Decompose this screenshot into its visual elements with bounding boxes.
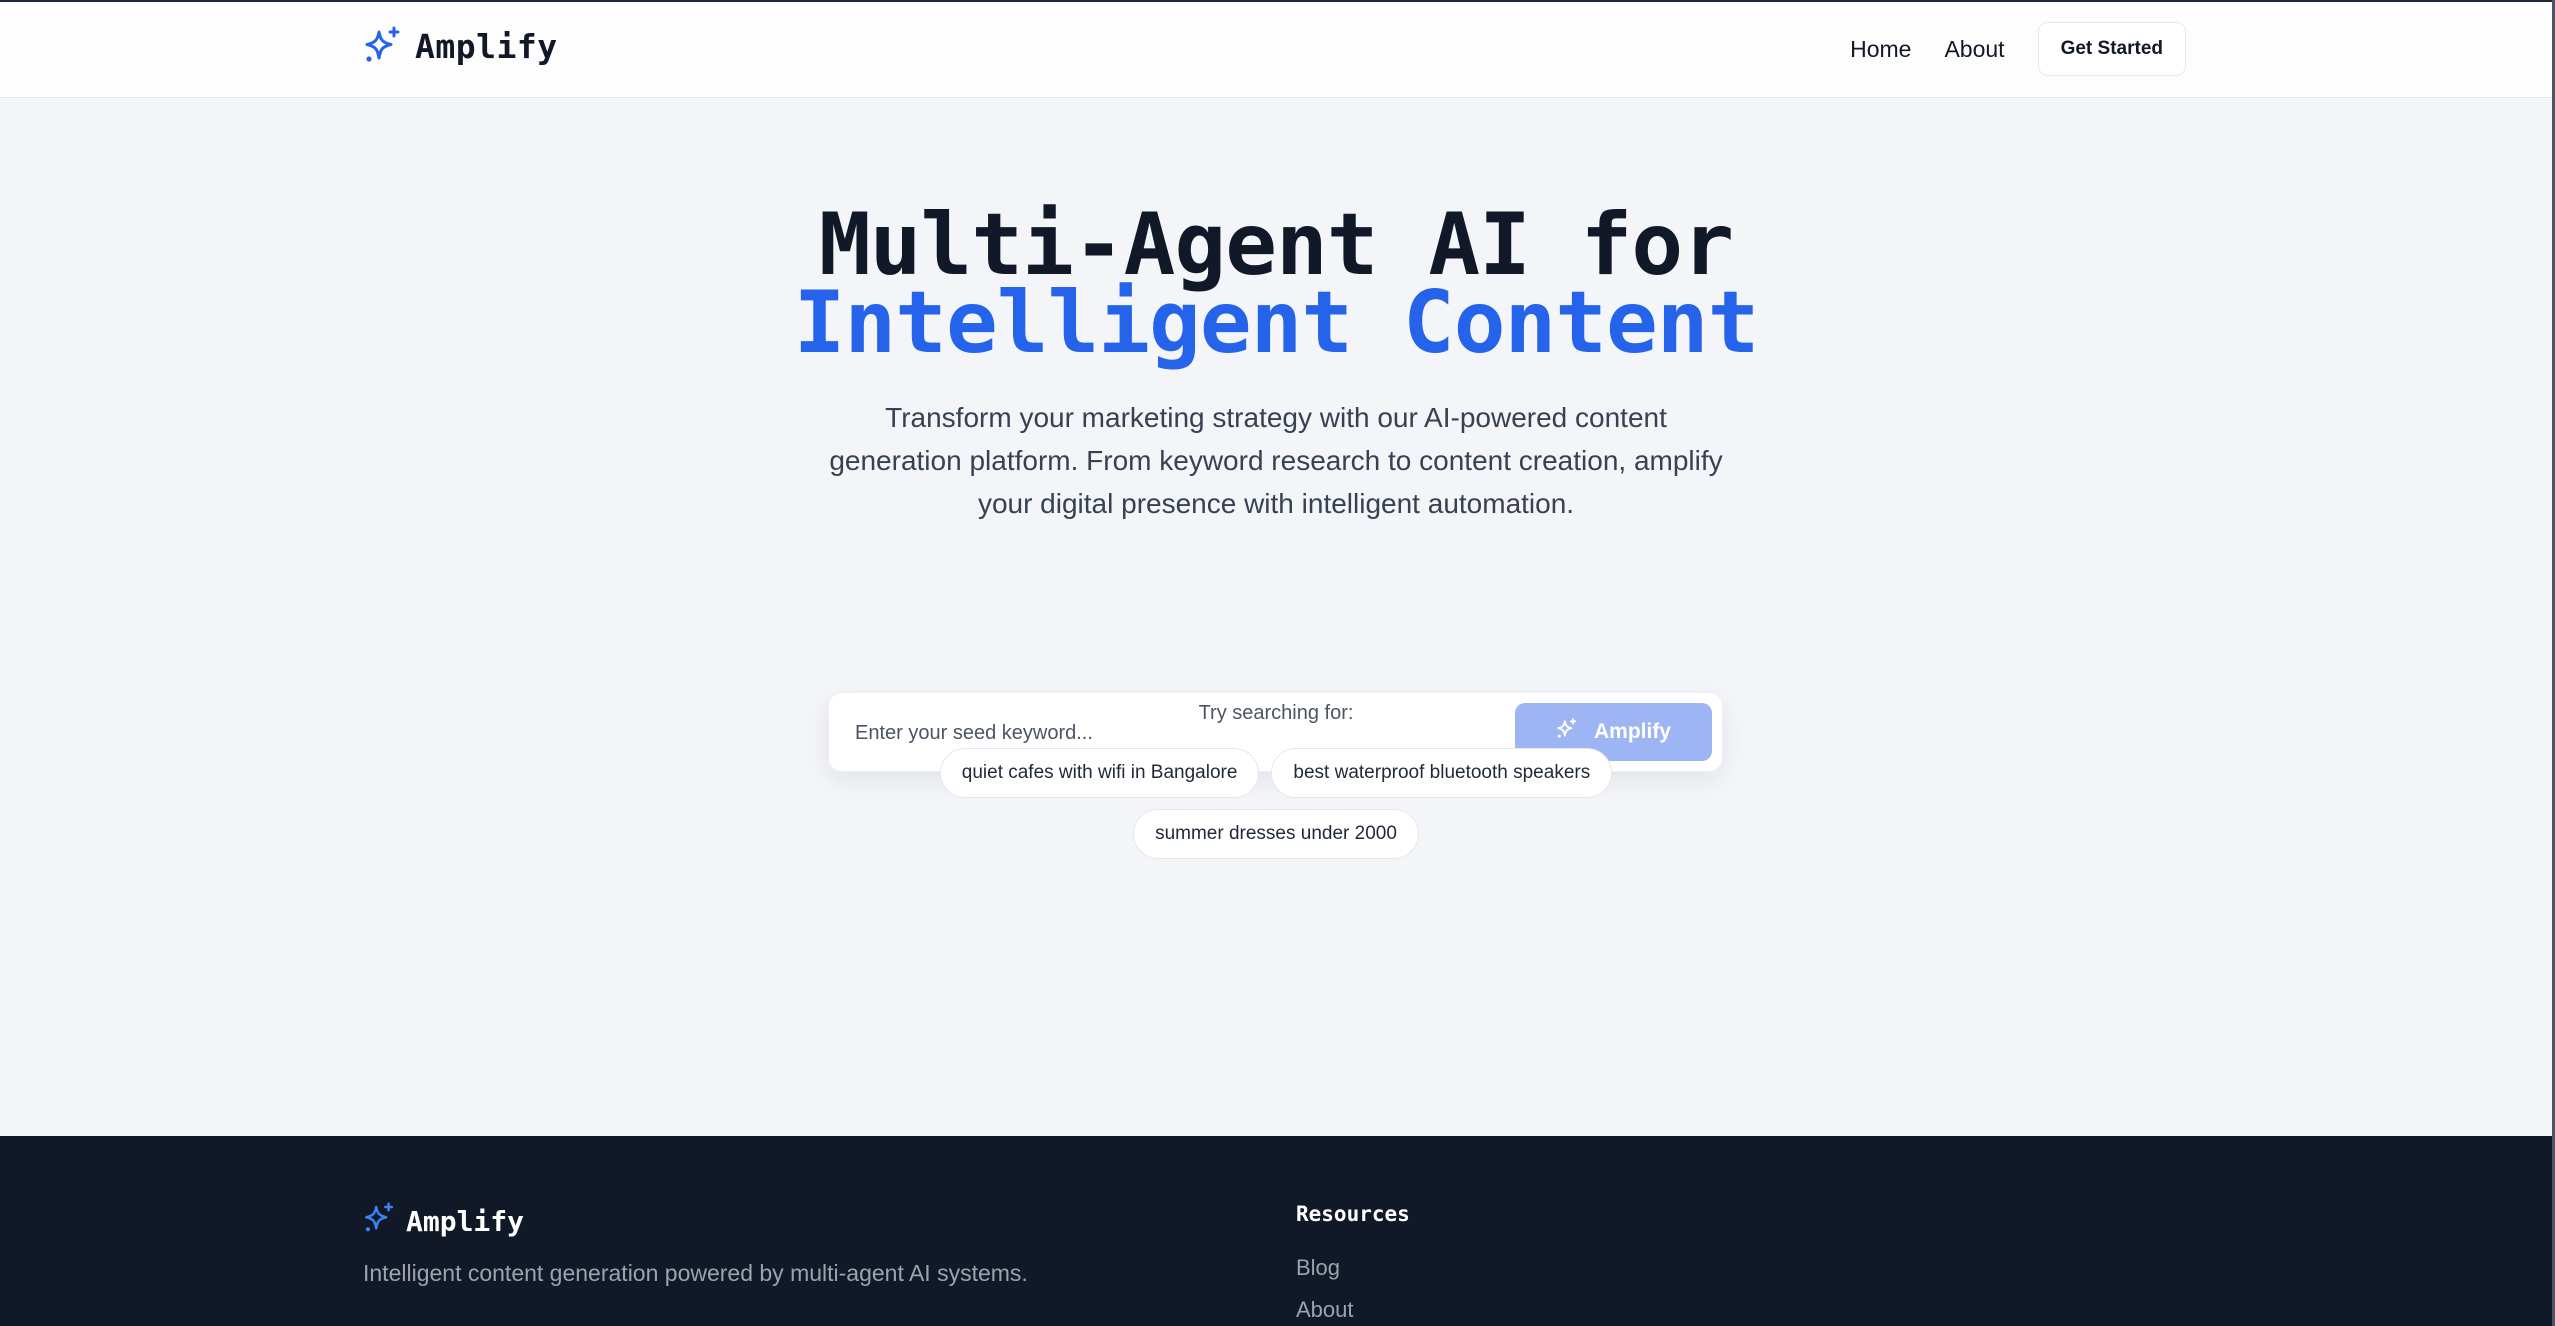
footer-tagline: Intelligent content generation powered b…: [363, 1260, 1028, 1286]
suggestion-chips-row: summer dresses under 2000: [0, 809, 2552, 859]
hero-title-line2: Intelligent Content: [793, 273, 1760, 373]
suggestion-chips-row: quiet cafes with wifi in Bangalore best …: [0, 748, 2552, 798]
get-started-button[interactable]: Get Started: [2037, 22, 2186, 76]
nav-home-link[interactable]: Home: [1850, 36, 1911, 63]
site-footer: Amplify Intelligent content generation p…: [0, 1136, 2552, 1326]
sparkles-icon: [363, 1202, 396, 1240]
suggestions-label: Try searching for:: [1198, 702, 1354, 724]
footer-about-link[interactable]: About: [1296, 1297, 1354, 1323]
footer-brand[interactable]: Amplify: [363, 1202, 524, 1240]
nav-about-link[interactable]: About: [1944, 36, 2004, 63]
suggestion-chip[interactable]: best waterproof bluetooth speakers: [1271, 748, 1613, 798]
main-nav: Home About Get Started: [1850, 22, 2186, 76]
hero-section: Multi-Agent AI for Intelligent Content T…: [0, 100, 2552, 1135]
suggestion-chip[interactable]: summer dresses under 2000: [1133, 809, 1419, 859]
footer-brand-name: Amplify: [406, 1204, 525, 1238]
brand-logo[interactable]: Amplify: [363, 26, 558, 66]
sparkles-icon: [363, 26, 403, 66]
brand-name: Amplify: [415, 26, 558, 66]
top-navbar: Amplify Home About Get Started: [0, 0, 2552, 98]
hero-subtitle: Transform your marketing strategy with o…: [829, 402, 1723, 519]
suggestion-chip[interactable]: quiet cafes with wifi in Bangalore: [939, 748, 1260, 798]
footer-resources-title: Resources: [1296, 1202, 1410, 1226]
footer-blog-link[interactable]: Blog: [1296, 1255, 1340, 1281]
page: Amplify Home About Get Started Multi-Age…: [0, 0, 2555, 1326]
